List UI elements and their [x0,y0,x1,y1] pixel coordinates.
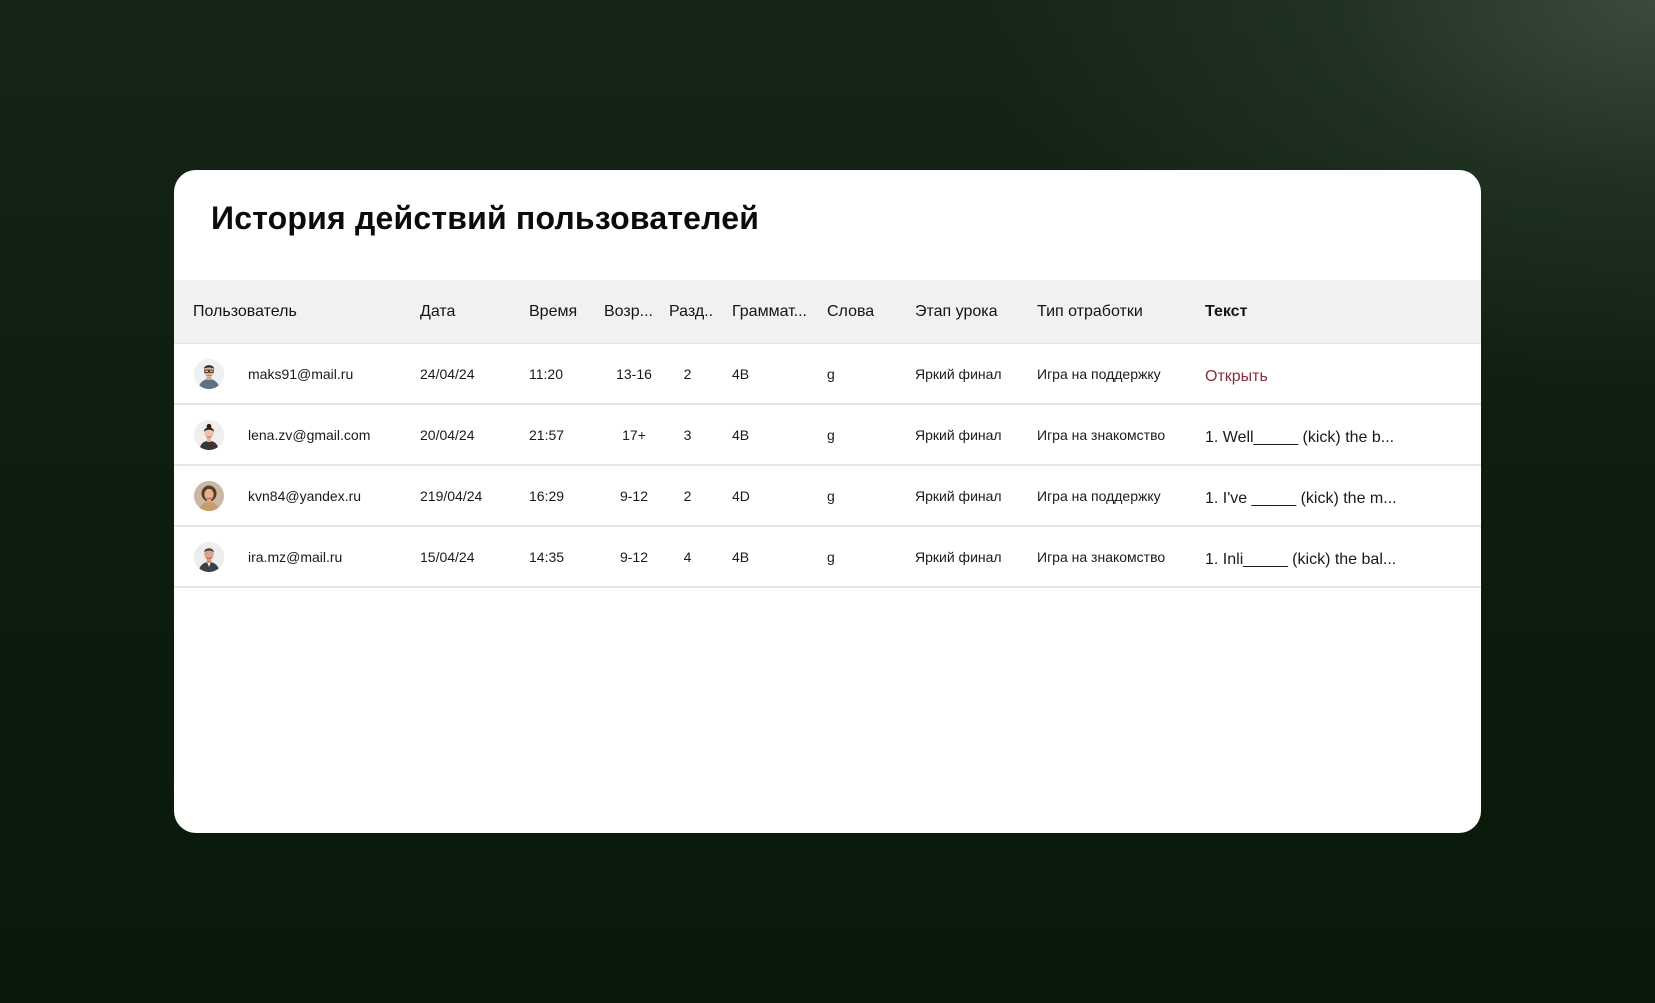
text-cell[interactable]: 1. I've _____ (kick) the m... [1205,466,1455,528]
words-cell: g [827,487,835,504]
avatar [194,420,224,450]
user-email[interactable]: maks91@mail.ru [248,344,413,403]
user-history-card: История действий пользователей Пользоват… [174,170,1481,833]
grammar-cell: 4B [732,426,750,443]
column-header-type[interactable]: Тип отработки [1037,280,1197,343]
type-cell: Игра на знакомство [1037,426,1166,443]
text-cell[interactable]: 1. Inli_____ (kick) the bal... [1205,527,1455,589]
user-email[interactable]: lena.zv@gmail.com [248,405,413,464]
type-cell: Игра на поддержку [1037,365,1161,382]
column-header-age[interactable]: Возр... [604,280,664,343]
grammar-cell: 4B [732,548,750,565]
section-cell: 4 [683,548,692,565]
column-header-date[interactable]: Дата [420,280,525,343]
stage-cell: Яркий финал [915,426,1002,443]
woman-avatar-icon [194,420,224,450]
date-cell: 15/04/24 [420,548,475,565]
age-cell: 13-16 [616,365,652,382]
table-row[interactable]: lena.zv@gmail.com 20/04/24 21:57 17+ 3 4… [174,405,1481,466]
open-text-link[interactable]: Открыть [1205,368,1268,386]
age-cell: 9-12 [619,548,649,565]
grammar-cell: 4B [732,365,750,382]
woman-curly-hair-avatar-icon [194,481,224,511]
stage-cell: Яркий финал [915,487,1002,504]
page-title: История действий пользователей [211,200,760,236]
man-avatar-icon [194,542,224,572]
date-cell: 219/04/24 [420,487,483,504]
time-cell: 11:20 [529,365,563,382]
column-header-grammar[interactable]: Граммат... [732,280,822,343]
table-header: Пользователь Дата Время Возр... Разд.. Г… [174,280,1481,344]
user-email[interactable]: kvn84@yandex.ru [248,466,413,525]
man-with-glasses-avatar-icon [194,359,224,389]
time-cell: 16:29 [529,487,565,504]
column-header-stage[interactable]: Этап урока [915,280,1030,343]
section-cell: 2 [683,365,692,382]
text-cell: Открыть [1205,344,1455,406]
type-cell: Игра на знакомство [1037,548,1166,565]
type-cell: Игра на поддержку [1037,487,1161,504]
date-cell: 20/04/24 [420,426,475,443]
table-row[interactable]: ira.mz@mail.ru 15/04/24 14:35 9-12 4 4B … [174,527,1481,588]
avatar [194,359,224,389]
text-cell[interactable]: 1. Well_____ (kick) the b... [1205,405,1455,467]
column-header-user[interactable]: Пользователь [193,280,413,343]
column-header-words[interactable]: Слова [827,280,907,343]
age-cell: 17+ [622,426,646,443]
section-cell: 2 [683,487,692,504]
section-cell: 3 [683,426,692,443]
column-header-text[interactable]: Текст [1205,280,1455,343]
avatar [194,542,224,572]
words-cell: g [827,426,835,443]
grammar-cell: 4D [732,487,750,504]
time-cell: 14:35 [529,548,565,565]
age-cell: 9-12 [619,487,649,504]
stage-cell: Яркий финал [915,548,1002,565]
column-header-section[interactable]: Разд.. [669,280,729,343]
words-cell: g [827,548,835,565]
table-row[interactable]: maks91@mail.ru 24/04/24 11:20 13-16 2 4B… [174,344,1481,405]
stage-cell: Яркий финал [915,365,1002,382]
time-cell: 21:57 [529,426,565,443]
avatar [194,481,224,511]
history-table: Пользователь Дата Время Возр... Разд.. Г… [174,280,1481,588]
user-email[interactable]: ira.mz@mail.ru [248,527,413,586]
words-cell: g [827,365,835,382]
table-row[interactable]: kvn84@yandex.ru 219/04/24 16:29 9-12 2 4… [174,466,1481,527]
column-header-time[interactable]: Время [529,280,599,343]
date-cell: 24/04/24 [420,365,475,382]
